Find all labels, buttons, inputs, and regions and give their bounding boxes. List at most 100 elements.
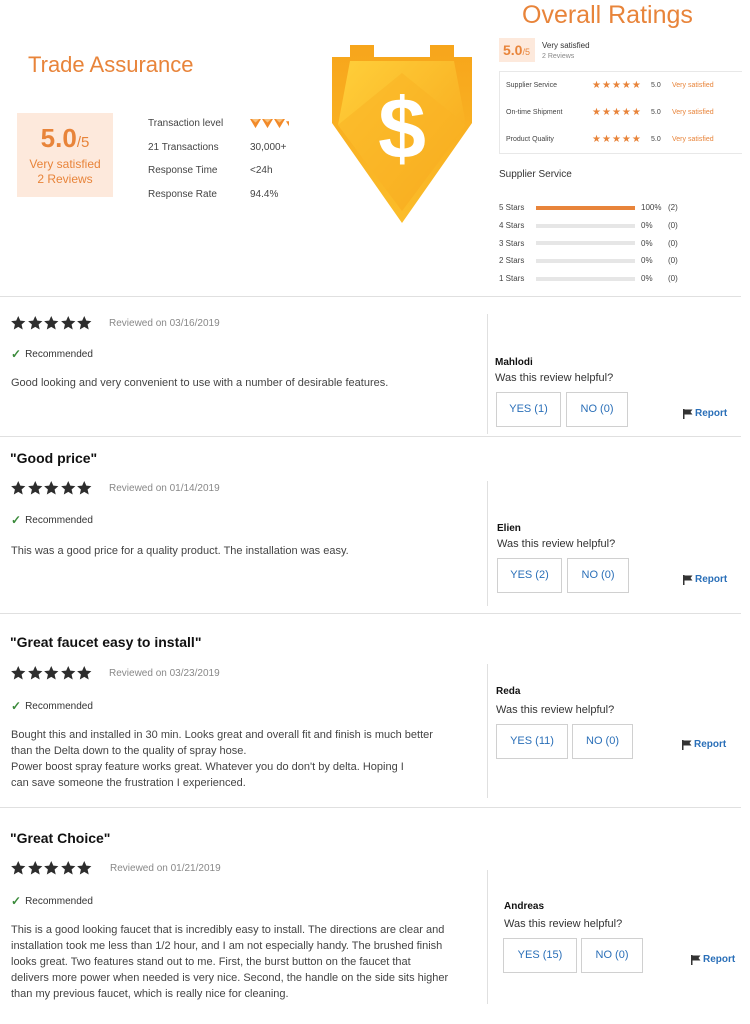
distribution-bar-fill	[536, 205, 635, 210]
star-distribution: 5 Stars 100% (2) 4 Stars 0% (0) 3 Stars 0% (0) 2 …	[499, 199, 678, 287]
review-date: Reviewed on 01/14/2019	[109, 483, 220, 494]
review-author: Andreas	[504, 901, 545, 912]
heart-icon	[250, 118, 261, 128]
overall-ratings-title: Overall Ratings	[522, 1, 693, 29]
helpful-yes-button[interactable]: YES (2)	[497, 558, 562, 593]
review-divider	[0, 613, 741, 614]
review-author: Elien	[497, 523, 521, 534]
review-column-divider	[487, 870, 488, 1004]
half-heart-icon	[286, 121, 289, 126]
overall-criteria-table: Supplier Service ★ ★ ★ ★ ★ 5.0 Very satisfie…	[499, 71, 742, 154]
helpful-yes-button[interactable]: YES (11)	[496, 724, 568, 759]
star-distribution-row: 2 Stars 0% (0)	[499, 252, 678, 270]
overall-review-count: 2 Reviews	[542, 53, 575, 60]
flag-icon	[683, 408, 693, 419]
helpful-no-button[interactable]: NO (0)	[572, 724, 633, 759]
trade-satisfaction: Very satisfied	[29, 157, 101, 171]
star-level-label: 4 Stars	[499, 221, 525, 231]
review-author: Reda	[496, 686, 521, 697]
recommended-label: ✓ Recommended	[11, 347, 93, 361]
review-rating-stars	[10, 315, 93, 331]
star-icon	[60, 481, 75, 495]
recommended-label: ✓ Recommended	[11, 513, 93, 527]
section-divider	[0, 296, 741, 297]
helpful-yes-button[interactable]: YES (1)	[496, 392, 561, 427]
star-icon	[11, 861, 26, 875]
distribution-count: (0)	[668, 274, 678, 284]
helpful-no-button[interactable]: NO (0)	[581, 938, 643, 973]
star-icon	[44, 861, 59, 875]
review-divider	[0, 436, 741, 437]
stat-row-response-rate: Response Rate 94.4%	[148, 188, 279, 200]
checkmark-icon: ✓	[11, 347, 22, 361]
star-icon	[60, 316, 75, 330]
distribution-bar	[536, 223, 635, 228]
helpful-question: Was this review helpful?	[497, 538, 616, 550]
star-icon	[11, 316, 26, 330]
criteria-row: Product Quality ★ ★ ★ ★ ★ 5.0 Very satisfied	[506, 133, 714, 145]
star-icon	[27, 666, 42, 680]
star-icon	[11, 481, 26, 495]
review-column-divider	[487, 314, 488, 434]
review-title: "Good price"	[10, 450, 98, 466]
report-link[interactable]: Report	[683, 408, 727, 419]
star-icon	[77, 861, 92, 875]
criteria-row: On-time Shipment ★ ★ ★ ★ ★ 5.0 Very satisfie…	[506, 106, 714, 118]
distribution-bar	[536, 258, 635, 263]
review-text: This is a good looking faucet that is in…	[11, 924, 449, 1000]
distribution-bar	[536, 276, 635, 281]
checkmark-icon: ✓	[11, 699, 22, 713]
review-date: Reviewed on 03/16/2019	[109, 318, 220, 329]
trade-score: 5.0/5	[40, 123, 90, 153]
star-icon	[77, 481, 92, 495]
review-date: Reviewed on 03/23/2019	[109, 668, 220, 679]
flag-icon	[683, 574, 693, 585]
star-icon	[60, 861, 75, 875]
trade-review-count: 2 Reviews	[37, 172, 93, 186]
helpful-question: Was this review helpful?	[496, 704, 615, 716]
distribution-percent: 0%	[641, 274, 653, 284]
review-text: This was a good price for a quality prod…	[11, 545, 349, 557]
star-level-label: 3 Stars	[499, 238, 525, 248]
helpful-yes-button[interactable]: YES (15)	[503, 938, 577, 973]
review-title: "Great Choice"	[10, 830, 111, 846]
star-icon	[11, 666, 26, 680]
review-divider	[0, 807, 741, 808]
review-rating-stars	[10, 860, 93, 876]
review-rating-stars	[10, 665, 93, 681]
checkmark-icon: ✓	[11, 894, 22, 908]
distribution-percent: 0%	[641, 238, 653, 248]
review-column-divider	[487, 481, 488, 606]
criteria-row: Supplier Service ★ ★ ★ ★ ★ 5.0 Very satisfie…	[506, 79, 714, 91]
star-level-label: 2 Stars	[499, 256, 525, 266]
star-icon	[44, 316, 59, 330]
checkmark-icon: ✓	[11, 513, 22, 527]
star-icon	[60, 666, 75, 680]
recommended-label: ✓ Recommended	[11, 894, 93, 908]
star-icon	[77, 316, 92, 330]
distribution-percent: 100%	[641, 203, 662, 213]
helpful-no-button[interactable]: NO (0)	[567, 558, 629, 593]
transaction-level-hearts	[250, 118, 292, 129]
review-date: Reviewed on 01/21/2019	[110, 863, 221, 874]
supplier-service-heading: Supplier Service	[499, 169, 572, 180]
distribution-percent: 0%	[641, 256, 653, 266]
star-icon	[27, 316, 42, 330]
helpful-no-button[interactable]: NO (0)	[566, 392, 628, 427]
overall-score-box: 5.0/5	[499, 38, 535, 62]
report-link[interactable]: Report	[683, 574, 727, 585]
distribution-count: (2)	[668, 203, 678, 213]
distribution-count: (0)	[668, 221, 678, 231]
star-icon	[44, 481, 59, 495]
rating-stars: ★ ★ ★ ★ ★	[592, 106, 641, 118]
distribution-bar	[536, 205, 635, 210]
svg-text:$: $	[378, 81, 426, 177]
recommended-label: ✓ Recommended	[11, 699, 93, 713]
helpful-question: Was this review helpful?	[504, 918, 623, 930]
star-distribution-row: 1 Stars 0% (0)	[499, 270, 678, 288]
dollar-shield-icon: $	[332, 45, 472, 223]
report-link[interactable]: Report	[691, 954, 735, 965]
star-distribution-row: 4 Stars 0% (0)	[499, 217, 678, 235]
review-column-divider	[487, 664, 488, 798]
report-link[interactable]: Report	[682, 739, 726, 750]
